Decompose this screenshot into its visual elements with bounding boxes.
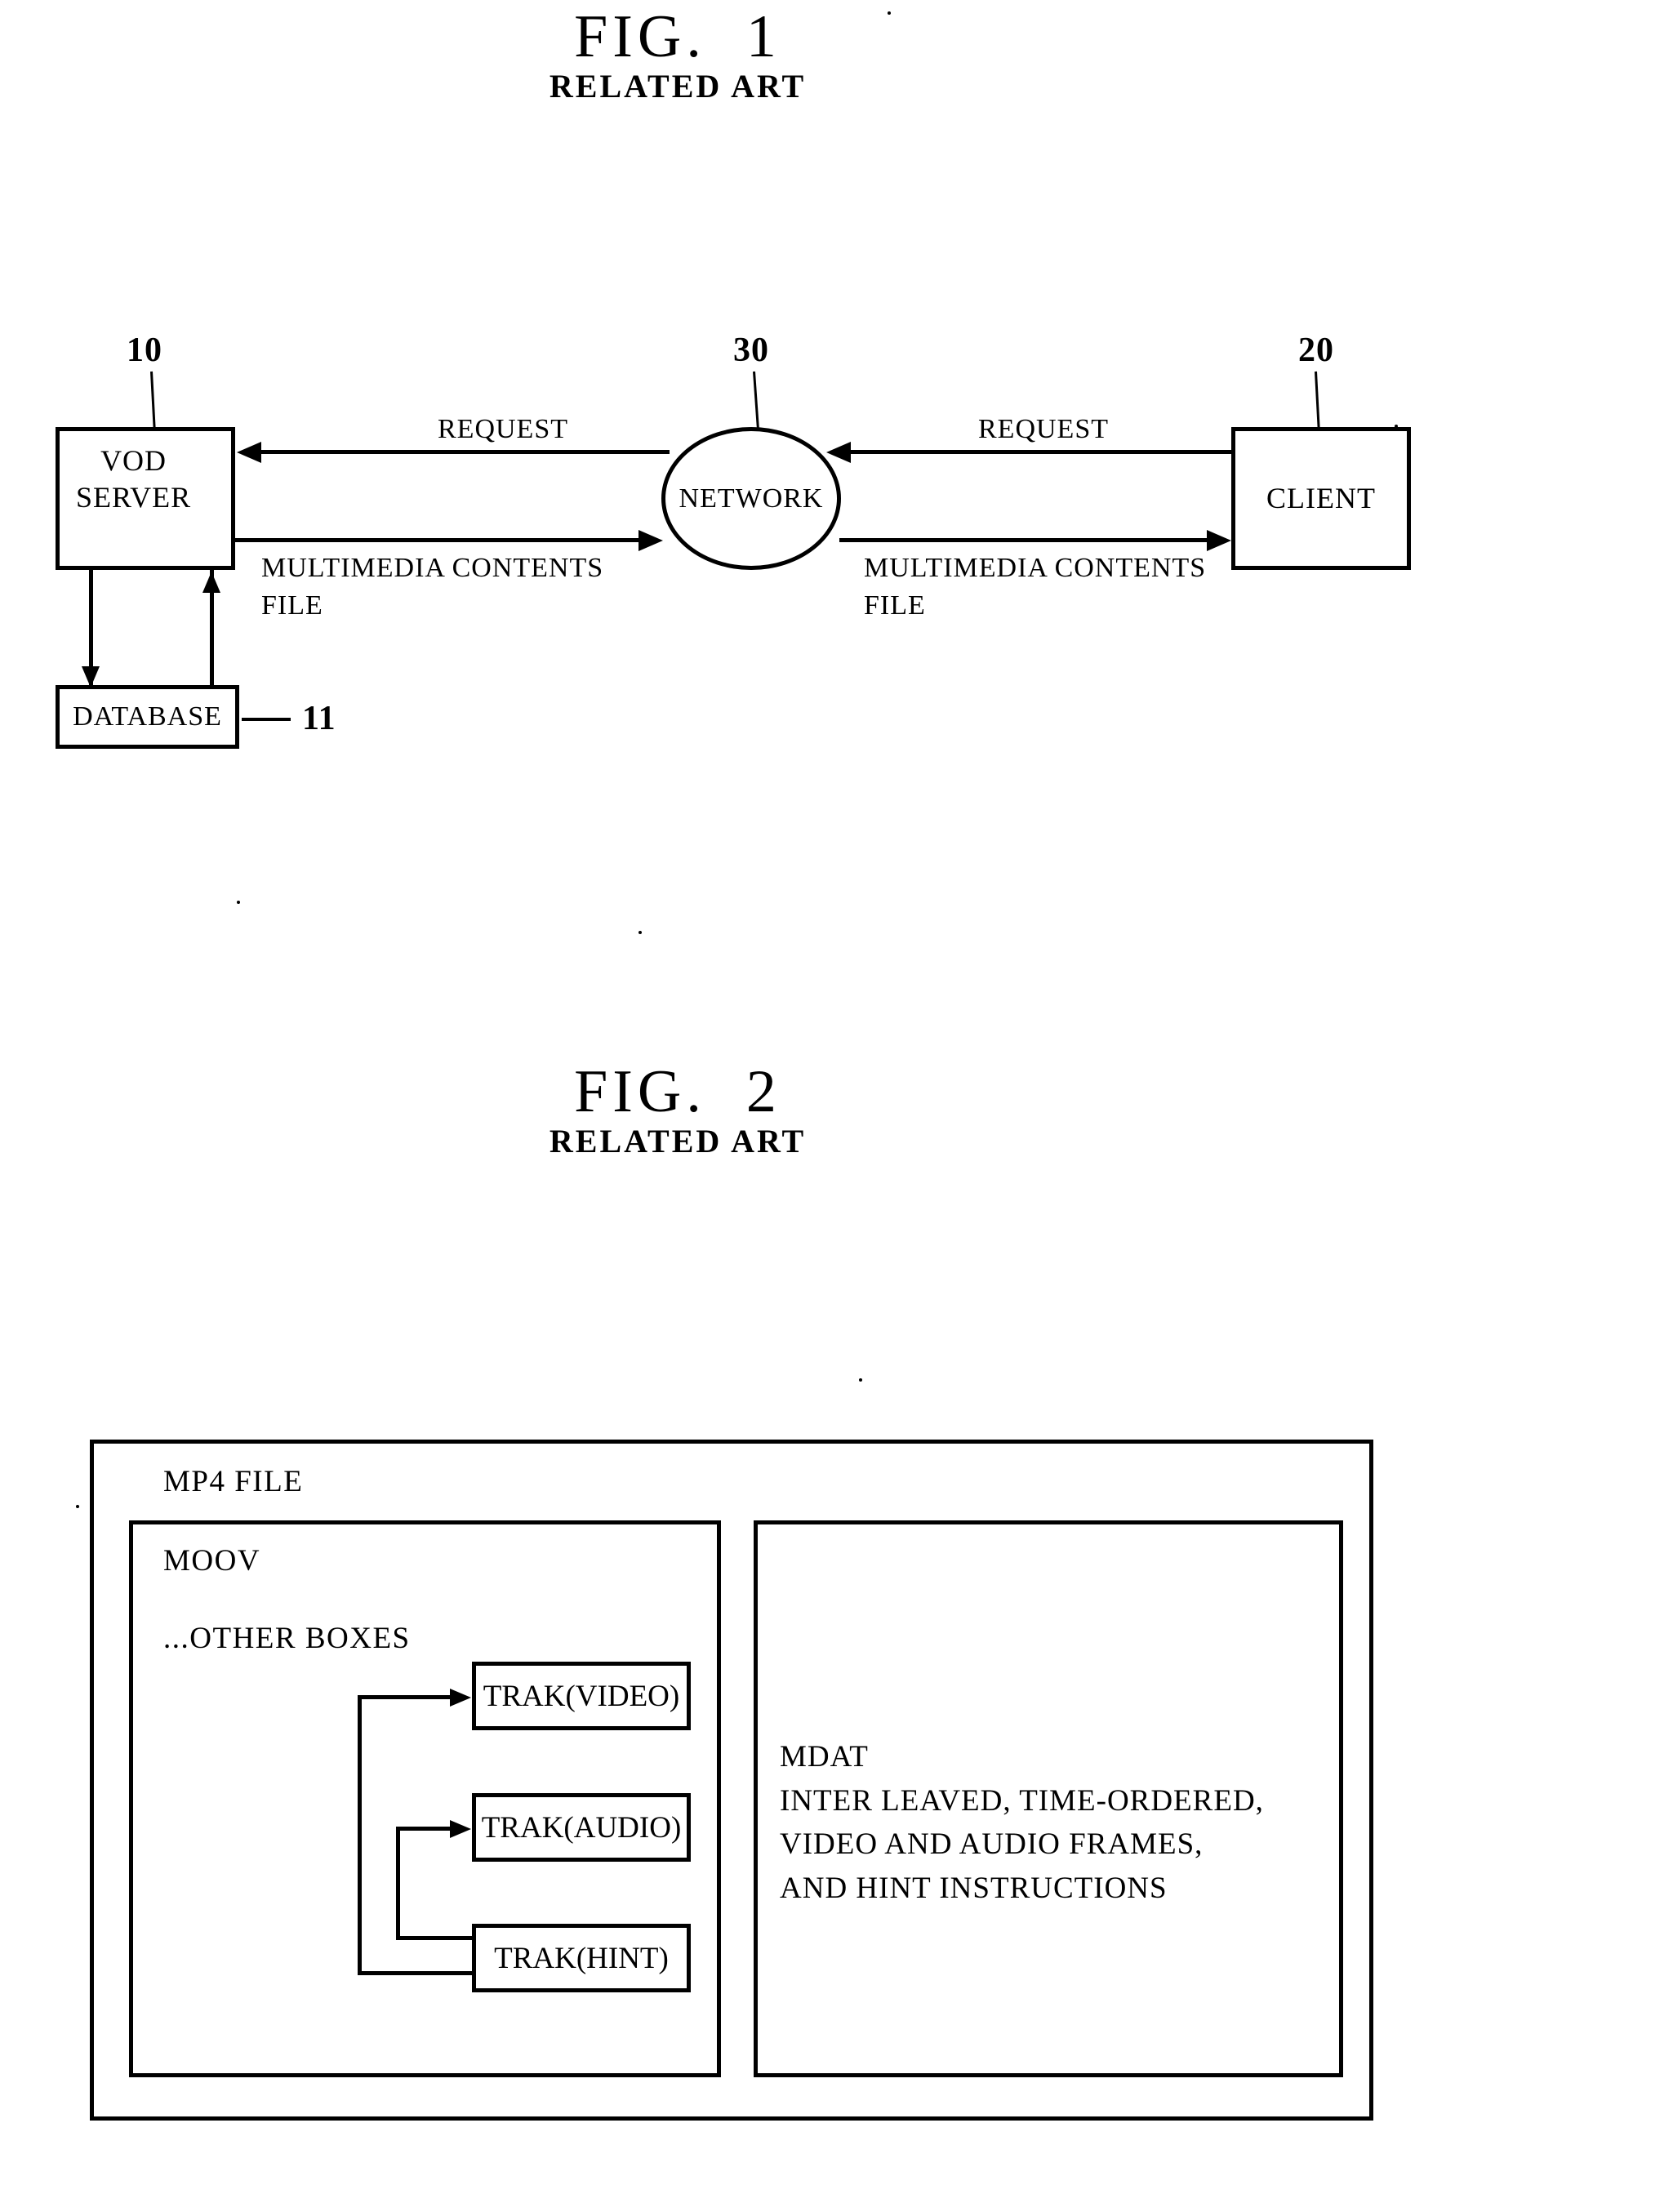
request-label-left: REQUEST: [438, 414, 568, 444]
mdat-title: MDAT: [780, 1740, 869, 1774]
trak-audio-label: TRAK(AUDIO): [481, 1810, 682, 1845]
contents-label-left: MULTIMEDIA CONTENTS FILE: [261, 553, 604, 621]
hint-to-audio-line-bottom: [396, 1936, 474, 1940]
fig1-subtitle: RELATED ART: [549, 68, 807, 105]
vod-server-label: VOD SERVER: [76, 444, 192, 514]
database-box: DATABASE: [56, 685, 239, 749]
hint-to-video-line-vertical: [358, 1695, 362, 1975]
request-line-left: [261, 450, 670, 454]
mdat-content: MDAT INTER LEAVED, TIME-ORDERED, VIDEO AN…: [780, 1735, 1264, 1911]
contents-line-right: [839, 538, 1207, 542]
speck: [859, 1378, 862, 1382]
ref-number-20: 20: [1298, 332, 1334, 369]
hint-to-audio-arrowhead: [450, 1820, 471, 1838]
leader-line-10: [150, 371, 156, 429]
hint-to-audio-line-top: [396, 1827, 452, 1831]
client-box: CLIENT: [1231, 427, 1411, 570]
fig1-title-block: FIG. 1 RELATED ART: [425, 7, 931, 103]
network-ellipse: NETWORK: [661, 427, 841, 570]
contents-arrowhead-left: [638, 530, 663, 551]
fig1-title: FIG. 1: [574, 3, 781, 70]
mdat-description: INTER LEAVED, TIME-ORDERED, VIDEO AND AU…: [780, 1783, 1264, 1905]
request-label-right: REQUEST: [978, 414, 1109, 444]
speck: [76, 1505, 79, 1508]
contents-arrowhead-right: [1207, 530, 1231, 551]
hint-to-video-line-bottom: [358, 1971, 474, 1975]
fig2-title: FIG. 2: [574, 1058, 781, 1125]
ref-number-11: 11: [302, 700, 336, 737]
database-to-server-arrowhead: [202, 572, 220, 593]
trak-video-box: TRAK(VIDEO): [472, 1662, 691, 1730]
trak-hint-label: TRAK(HINT): [494, 1941, 669, 1975]
patent-drawing-sheet: FIG. 1 RELATED ART 10 VOD SERVER 30 NETW…: [0, 0, 1673, 2212]
fig2-subtitle: RELATED ART: [549, 1123, 807, 1159]
moov-label: MOOV: [163, 1544, 261, 1578]
hint-to-video-arrowhead: [450, 1689, 471, 1707]
request-arrowhead-right: [826, 442, 851, 463]
request-arrowhead-left: [237, 442, 261, 463]
database-label: DATABASE: [73, 701, 222, 732]
other-boxes-label: ...OTHER BOXES: [163, 1622, 411, 1655]
speck: [888, 11, 891, 15]
contents-label-right: MULTIMEDIA CONTENTS FILE: [864, 553, 1207, 621]
fig2-title-block: FIG. 2 RELATED ART: [425, 1061, 931, 1158]
hint-to-video-line-top: [358, 1695, 452, 1699]
leader-line-20: [1315, 371, 1320, 429]
trak-audio-box: TRAK(AUDIO): [472, 1793, 691, 1862]
request-line-right: [849, 450, 1233, 454]
network-label: NETWORK: [679, 483, 824, 514]
trak-video-label: TRAK(VIDEO): [483, 1679, 680, 1713]
mp4-file-label: MP4 FILE: [163, 1465, 304, 1498]
ref-number-30: 30: [733, 332, 769, 369]
ref-number-10: 10: [127, 332, 162, 369]
speck: [638, 931, 642, 934]
leader-line-11: [242, 718, 291, 721]
client-label: CLIENT: [1266, 482, 1376, 514]
contents-line-left: [235, 538, 643, 542]
trak-hint-box: TRAK(HINT): [472, 1924, 691, 1992]
leader-line-30: [753, 371, 759, 429]
hint-to-audio-line-vertical: [396, 1827, 400, 1940]
speck: [237, 901, 240, 904]
vod-server-box: VOD SERVER: [56, 427, 235, 570]
